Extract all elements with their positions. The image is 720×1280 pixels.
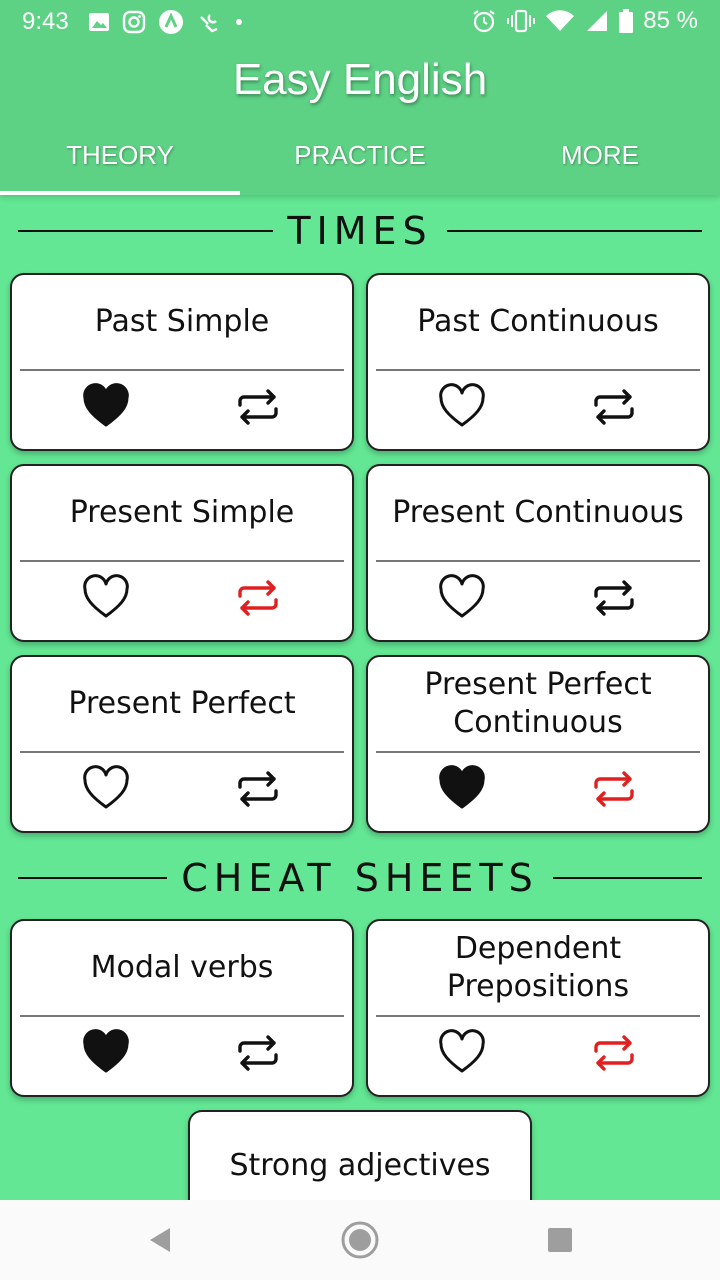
card-divider xyxy=(20,369,344,371)
tab-theory[interactable]: THEORY xyxy=(0,126,240,195)
section-title: TIMES xyxy=(287,209,433,253)
status-bar: 9:43 85 % xyxy=(0,0,720,44)
card-divider xyxy=(376,751,700,753)
vibrate-icon xyxy=(507,9,536,33)
card-title: Present Continuous xyxy=(392,495,684,530)
swap-icon[interactable] xyxy=(236,1033,280,1073)
card-title: Dependent Prepositions xyxy=(446,931,630,1004)
card-present-simple[interactable]: Present Simple xyxy=(10,464,354,642)
heart-filled-icon[interactable] xyxy=(438,765,486,813)
card-present-perfect[interactable]: Present Perfect xyxy=(10,655,354,833)
swap-icon[interactable] xyxy=(236,769,280,809)
card-divider xyxy=(20,751,344,753)
divider-line xyxy=(446,230,702,232)
card-past-continuous[interactable]: Past Continuous xyxy=(366,273,710,451)
status-time: 9:43 xyxy=(22,8,69,35)
wrench-icon xyxy=(200,14,218,33)
tab-practice[interactable]: PRACTICE xyxy=(240,126,480,195)
card-divider xyxy=(376,369,700,371)
swap-icon[interactable] xyxy=(236,578,280,618)
card-title: Present Perfect Continuous xyxy=(424,667,652,740)
card-divider xyxy=(20,1015,344,1017)
card-strong-adjectives[interactable]: Strong adjectives xyxy=(188,1110,532,1210)
section-title: CHEAT SHEETS xyxy=(181,856,539,900)
card-title: Present Perfect xyxy=(68,686,296,721)
card-divider xyxy=(376,560,700,562)
wifi-icon xyxy=(546,10,575,32)
section-header-times: TIMES xyxy=(18,209,702,253)
swap-icon[interactable] xyxy=(592,387,636,427)
status-left-icons xyxy=(88,9,244,35)
swap-icon[interactable] xyxy=(592,578,636,618)
card-dependent-prepositions[interactable]: Dependent Prepositions xyxy=(366,919,710,1097)
divider-line xyxy=(18,877,168,879)
divider-line xyxy=(552,877,703,879)
heart-filled-icon[interactable] xyxy=(82,1029,130,1077)
card-title: Modal verbs xyxy=(90,950,274,985)
dot-icon xyxy=(236,19,242,25)
app-title: Easy English xyxy=(232,55,488,104)
section-header-cheat-sheets: CHEAT SHEETS xyxy=(18,856,703,900)
heart-filled-icon[interactable] xyxy=(82,383,130,431)
swap-icon[interactable] xyxy=(592,769,636,809)
heart-outline-icon[interactable] xyxy=(438,574,486,622)
instagram-icon xyxy=(122,10,146,34)
app-icon xyxy=(159,10,183,34)
divider-line xyxy=(18,230,274,232)
recents-icon[interactable] xyxy=(538,1218,582,1262)
card-divider xyxy=(20,560,344,562)
signal-icon xyxy=(587,11,608,31)
card-present-perfect-continuous[interactable]: Present Perfect Continuous xyxy=(366,655,710,833)
heart-outline-icon[interactable] xyxy=(438,1029,486,1077)
card-divider xyxy=(376,1015,700,1017)
battery-icon xyxy=(619,9,634,33)
back-icon[interactable] xyxy=(138,1218,182,1262)
app-bar: 9:43 85 % Easy English THEORY PRACTICE M… xyxy=(0,0,720,195)
battery-percent: 85 % xyxy=(643,7,698,34)
alarm-icon xyxy=(473,10,495,33)
card-title: Past Continuous xyxy=(417,304,659,339)
card-present-continuous[interactable]: Present Continuous xyxy=(366,464,710,642)
tab-more[interactable]: MORE xyxy=(480,126,720,195)
swap-icon[interactable] xyxy=(236,387,280,427)
swap-icon[interactable] xyxy=(592,1033,636,1073)
heart-outline-icon[interactable] xyxy=(438,383,486,431)
card-past-simple[interactable]: Past Simple xyxy=(10,273,354,451)
heart-outline-icon[interactable] xyxy=(82,765,130,813)
image-icon xyxy=(89,13,109,31)
card-title: Past Simple xyxy=(94,304,270,339)
home-icon[interactable] xyxy=(338,1218,382,1262)
status-right-icons: 85 % xyxy=(471,7,698,35)
card-modal-verbs[interactable]: Modal verbs xyxy=(10,919,354,1097)
tab-bar: THEORY PRACTICE MORE xyxy=(0,126,720,195)
heart-outline-icon[interactable] xyxy=(82,574,130,622)
system-nav-bar xyxy=(0,1200,720,1280)
card-title: Present Simple xyxy=(69,495,295,530)
